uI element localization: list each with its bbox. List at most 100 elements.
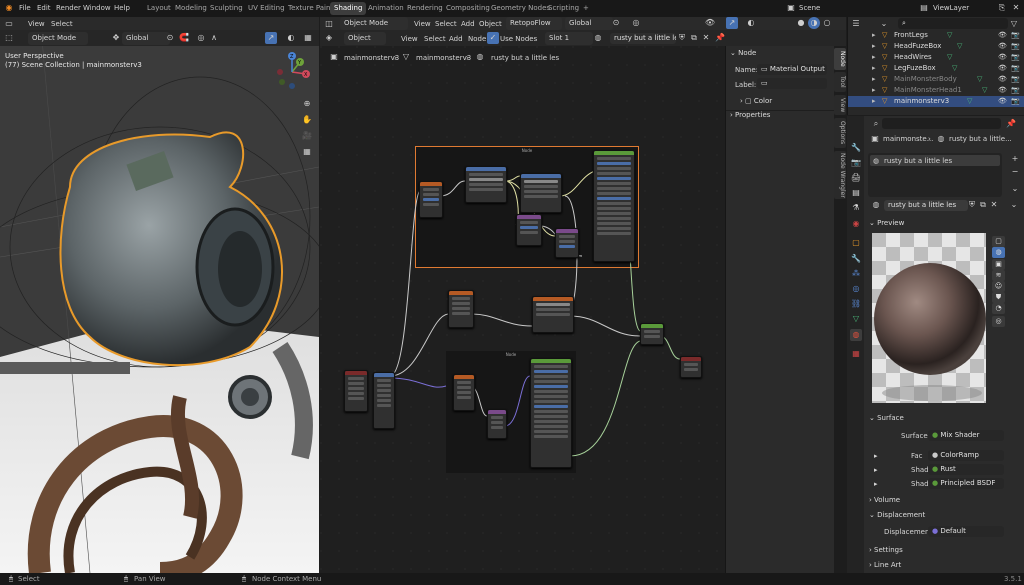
- displacement-field[interactable]: ● Default: [928, 526, 1004, 537]
- shading-rendered-icon[interactable]: ○: [821, 17, 833, 29]
- viewport-3d[interactable]: [0, 17, 319, 573]
- blender-logo-icon[interactable]: ◉: [3, 2, 15, 14]
- sidebar-tab-view[interactable]: View: [834, 95, 846, 115]
- lineart-panel-header[interactable]: › Line Art: [869, 558, 1019, 572]
- surface-row-field[interactable]: ● Rust: [928, 464, 1004, 475]
- node-texcoord-2[interactable]: [448, 290, 474, 328]
- node-noise-1[interactable]: [465, 166, 507, 203]
- scene-name-field[interactable]: Scene: [799, 4, 820, 12]
- physics-tab-icon[interactable]: ◎: [850, 283, 862, 295]
- expand-arrow-icon[interactable]: ▸: [872, 63, 876, 74]
- viewport-menu-view[interactable]: View: [28, 20, 45, 28]
- expand-arrow-icon[interactable]: ▸: [872, 52, 876, 63]
- tab-sculpting[interactable]: Sculpting: [206, 2, 247, 15]
- node-mapping[interactable]: [373, 372, 395, 429]
- node-menu-add[interactable]: Add: [449, 35, 463, 43]
- expand-arrow-icon[interactable]: ▸: [872, 41, 876, 52]
- node-panel-header[interactable]: ⌄ Node: [730, 46, 830, 60]
- node-colorramp-1[interactable]: [520, 173, 562, 213]
- properties-pin-icon[interactable]: 📌: [1005, 118, 1017, 130]
- sidebar-tab-node-wrangler[interactable]: Node Wrangler: [834, 151, 846, 199]
- slot-specials-icon[interactable]: ⌄: [1009, 183, 1021, 195]
- node-menu-view[interactable]: View: [401, 35, 418, 43]
- visibility-eye-icon[interactable]: 👁: [998, 41, 1007, 52]
- node-bsdf-1[interactable]: [593, 150, 635, 262]
- shading-material-icon[interactable]: ◑: [808, 17, 820, 29]
- material-link-icon[interactable]: ⌄: [1008, 199, 1020, 211]
- xray-icon[interactable]: ▦: [302, 32, 314, 44]
- constraints-tab-icon[interactable]: ⛓: [850, 298, 862, 310]
- viewport-menu-select[interactable]: Select: [51, 20, 73, 28]
- new-view-layer-icon[interactable]: ⎘: [996, 2, 1008, 14]
- menu-render[interactable]: Render: [56, 0, 81, 16]
- node-menu-select[interactable]: Select: [424, 35, 446, 43]
- visibility-eye-icon[interactable]: 👁: [998, 30, 1007, 41]
- top-menu-select[interactable]: Select: [435, 20, 457, 28]
- preview-monkey-button[interactable]: ☺: [992, 281, 1005, 292]
- visibility-eye-icon[interactable]: 👁: [998, 52, 1007, 63]
- expand-arrow-icon[interactable]: ▸: [872, 30, 876, 41]
- displacement-panel-header[interactable]: ⌄ Displacement: [869, 508, 1019, 522]
- props-breadcrumb-object[interactable]: mainmonste...: [883, 135, 933, 143]
- render-camera-icon[interactable]: 📷: [1011, 52, 1020, 63]
- use-nodes-checkbox[interactable]: ✓: [487, 32, 499, 44]
- visibility-eye-icon[interactable]: 👁: [998, 85, 1007, 96]
- surface-row-expand-icon[interactable]: ▸: [874, 452, 878, 460]
- expand-arrow-icon[interactable]: ▸: [872, 96, 876, 107]
- color-panel-header[interactable]: › ▢ Color: [740, 94, 830, 108]
- grid-icon[interactable]: ▦: [301, 146, 313, 158]
- menu-help[interactable]: Help: [114, 0, 130, 16]
- material-name-field[interactable]: rusty but a little les: [610, 33, 676, 44]
- sidebar-tab-tool[interactable]: Tool: [834, 72, 846, 92]
- node-texcoord-3[interactable]: [344, 370, 368, 412]
- tab-modeling[interactable]: Modeling: [171, 2, 211, 15]
- menu-file[interactable]: File: [19, 0, 31, 16]
- surface-row-field[interactable]: ● Mix Shader: [928, 430, 1004, 441]
- view-layer-field[interactable]: ViewLayer: [933, 4, 969, 12]
- modifier-tab-icon[interactable]: 🔧: [850, 253, 862, 265]
- navigation-gizmo[interactable]: X Y Z: [272, 50, 312, 90]
- preview-fluid-button[interactable]: ◔: [992, 303, 1005, 314]
- mode-dropdown[interactable]: Object Mode: [28, 32, 88, 45]
- outliner-row[interactable]: ▸ ▽ LegFuzeBox ▽ 👁 📷: [848, 63, 1024, 74]
- node-bump-2[interactable]: [487, 409, 507, 439]
- node-label-field[interactable]: ▭: [757, 78, 827, 89]
- zoom-icon[interactable]: ⊕: [301, 98, 313, 110]
- view-icon[interactable]: 👁: [704, 17, 716, 29]
- surface-row-field[interactable]: ● ColorRamp: [928, 450, 1004, 461]
- view-layer-tab-icon[interactable]: ▤: [850, 187, 862, 199]
- editor-type-icon[interactable]: ▭: [3, 18, 15, 30]
- node-colorramp-2[interactable]: [532, 296, 574, 333]
- select-box-icon[interactable]: ⬚: [3, 32, 15, 44]
- output-tab-icon[interactable]: 🖨: [850, 172, 862, 184]
- node-name-field[interactable]: ▭ Material Output: [757, 64, 827, 75]
- expand-arrow-icon[interactable]: ▸: [872, 85, 876, 96]
- node-mix-shader[interactable]: [640, 323, 664, 345]
- proportional-icon-2[interactable]: ◎: [630, 17, 642, 29]
- browse-material-icon[interactable]: ◍: [870, 199, 882, 211]
- visibility-eye-icon[interactable]: 👁: [998, 63, 1007, 74]
- snap-icon-2[interactable]: ⊙: [610, 17, 622, 29]
- add-slot-icon[interactable]: +: [1009, 153, 1021, 165]
- menu-window[interactable]: Window: [83, 0, 111, 16]
- node-menu-node[interactable]: Node: [468, 35, 486, 43]
- data-tab-icon[interactable]: ▽: [850, 313, 862, 325]
- shader-type-dropdown[interactable]: Object: [344, 32, 386, 45]
- outliner-funnel-icon[interactable]: ▽: [1008, 18, 1020, 30]
- shading-solid-icon[interactable]: ●: [795, 17, 807, 29]
- outliner-row[interactable]: ▸ ▽ HeadFuzeBox ▽ 👁 📷: [848, 41, 1024, 52]
- top-menu-add[interactable]: Add: [461, 20, 475, 28]
- world-tab-icon[interactable]: ◉: [850, 218, 862, 230]
- tab-scripting[interactable]: Scripting: [544, 2, 583, 15]
- render-tab-icon[interactable]: 📷: [850, 157, 862, 169]
- surface-row-expand-icon[interactable]: ▸: [874, 466, 878, 474]
- object-tab-icon[interactable]: ▢: [850, 237, 862, 249]
- gizmo-toggle-icon[interactable]: ↗: [265, 32, 277, 44]
- overlay-icon-2[interactable]: ◐: [745, 17, 757, 29]
- tab-rendering[interactable]: Rendering: [403, 2, 447, 15]
- pan-hand-icon[interactable]: ✋: [301, 114, 313, 126]
- camera-icon[interactable]: 🎥: [301, 130, 313, 142]
- orientation-dropdown[interactable]: Global: [122, 32, 170, 45]
- surface-row-expand-icon[interactable]: ▸: [874, 480, 878, 488]
- tab-uv-editing[interactable]: UV Editing: [244, 2, 289, 15]
